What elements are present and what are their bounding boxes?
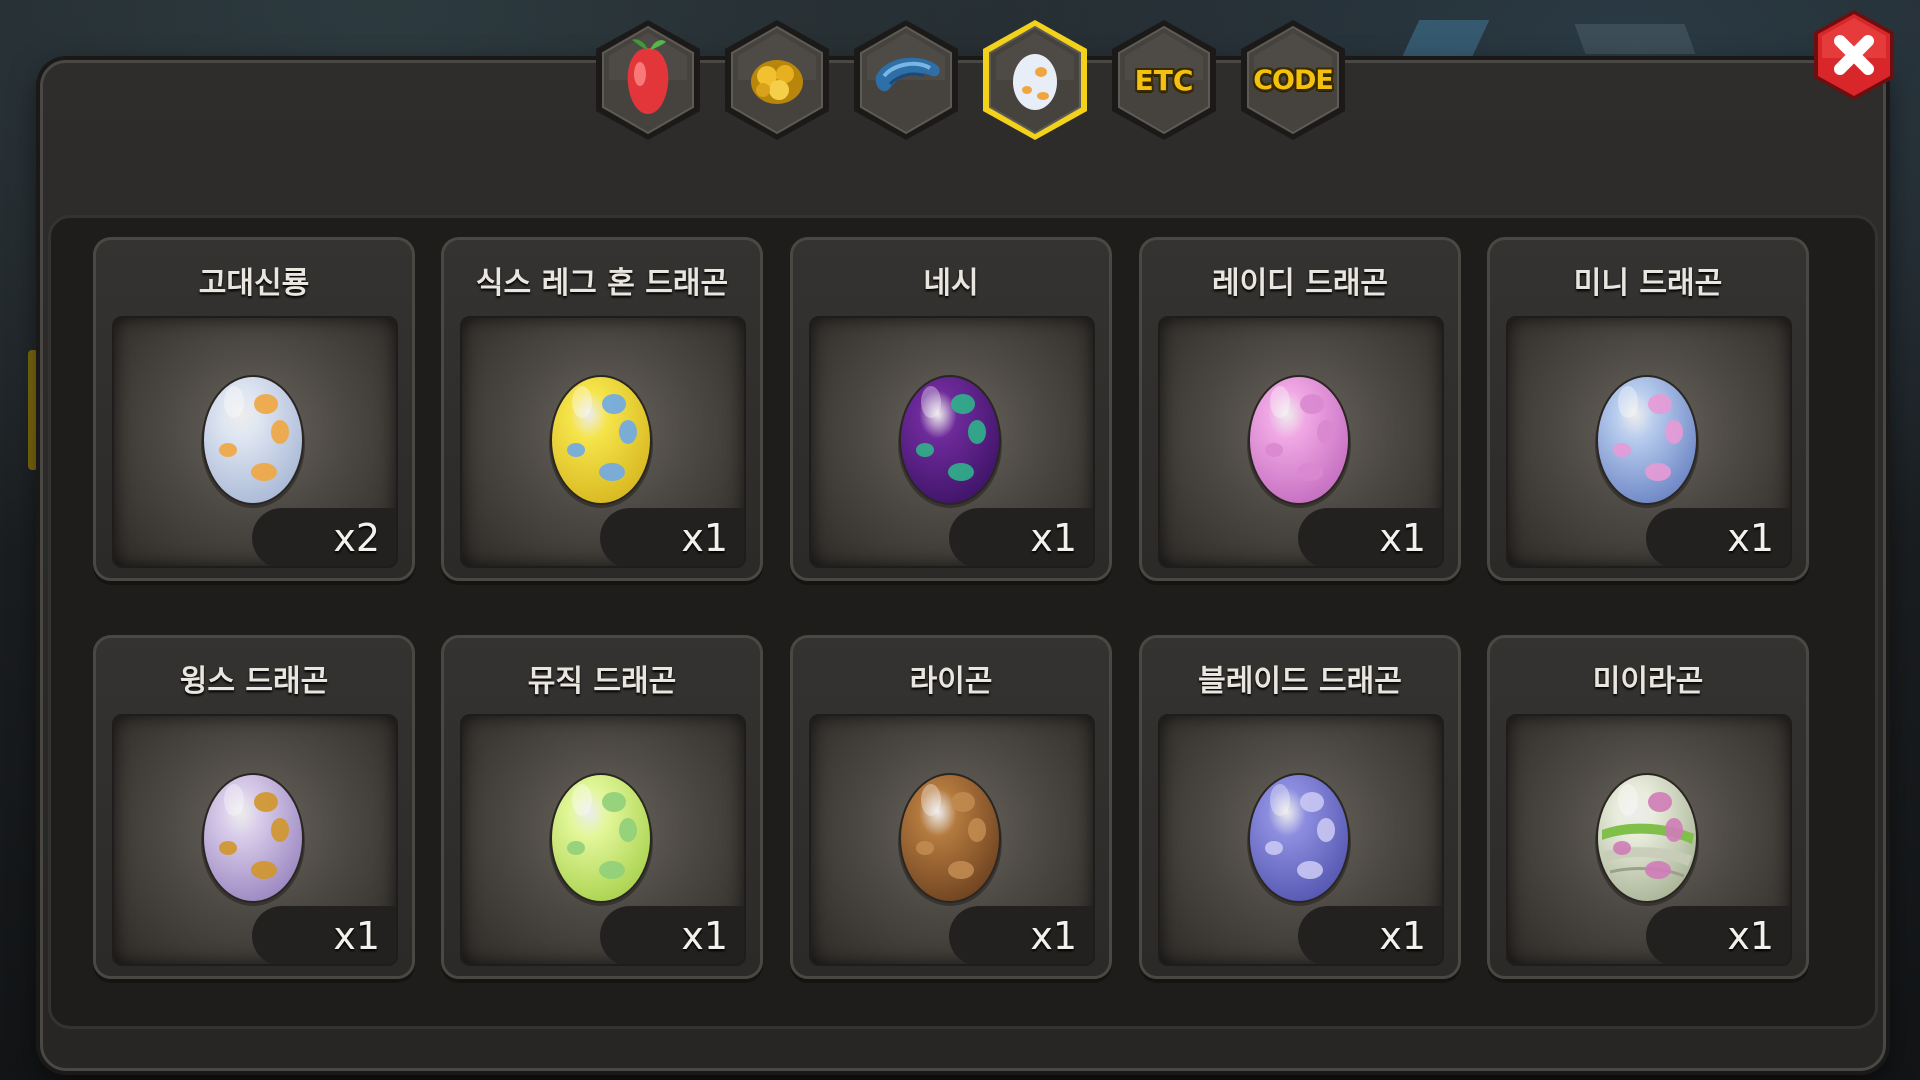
close-button[interactable] (1808, 8, 1900, 104)
red-fruit-icon (627, 39, 669, 114)
item-card[interactable]: 네시 x1 (790, 237, 1112, 581)
quantity-pill: x1 (600, 906, 744, 964)
tab-gold[interactable] (721, 18, 833, 142)
item-card[interactable]: 미니 드래곤 x1 (1487, 237, 1809, 581)
item-name: 라이곤 (909, 664, 993, 699)
egg-icon (898, 375, 1002, 508)
egg-icon (1595, 375, 1699, 508)
egg-icon (1247, 375, 1351, 508)
item-slot: x1 (1158, 316, 1444, 568)
egg-icon (549, 773, 653, 906)
item-name: 윙스 드래곤 (179, 664, 329, 699)
quantity-pill: x1 (252, 906, 396, 964)
item-quantity: x2 (333, 516, 380, 560)
item-quantity: x1 (1030, 516, 1077, 560)
item-card[interactable]: 미이라곤 x1 (1487, 635, 1809, 979)
item-name: 미이라곤 (1592, 664, 1704, 699)
item-slot: x1 (112, 714, 398, 966)
item-name: 고대신룡 (198, 266, 310, 301)
close-icon (1814, 10, 1894, 100)
item-card[interactable]: 블레이드 드래곤 x1 (1139, 635, 1461, 979)
background-decor (28, 350, 38, 470)
egg-icon (1247, 773, 1351, 906)
tab-fruit[interactable] (592, 18, 704, 142)
tab-code[interactable]: CODE (1237, 18, 1349, 142)
quantity-pill: x1 (600, 508, 744, 566)
egg-icon (1013, 54, 1057, 110)
item-slot: x1 (1506, 316, 1792, 568)
item-name: 레이디 드래곤 (1211, 266, 1389, 301)
egg-icon (549, 375, 653, 508)
quantity-pill: x1 (1646, 906, 1790, 964)
quantity-pill: x1 (1298, 508, 1442, 566)
item-card[interactable]: 식스 레그 혼 드래곤 x1 (441, 237, 763, 581)
item-name: 식스 레그 혼 드래곤 (475, 266, 729, 301)
item-quantity: x1 (681, 516, 728, 560)
tab-egg[interactable] (979, 18, 1091, 142)
item-quantity: x1 (1727, 516, 1774, 560)
quantity-pill: x1 (949, 906, 1093, 964)
egg-icon (1595, 773, 1699, 906)
item-quantity: x1 (1379, 516, 1426, 560)
item-card[interactable]: 라이곤 x1 (790, 635, 1112, 979)
quantity-pill: x1 (1646, 508, 1790, 566)
item-card[interactable]: 고대신룡 x2 (93, 237, 415, 581)
item-slot: x1 (460, 714, 746, 966)
item-slot: x2 (112, 316, 398, 568)
tab-etc-label: ETC (1134, 63, 1194, 97)
item-quantity: x1 (681, 914, 728, 958)
blue-scale-icon (875, 57, 940, 92)
item-slot: x1 (809, 714, 1095, 966)
item-slot: x1 (809, 316, 1095, 568)
item-name: 미니 드래곤 (1573, 266, 1723, 301)
item-quantity: x1 (1727, 914, 1774, 958)
item-slot: x1 (1158, 714, 1444, 966)
item-name: 블레이드 드래곤 (1198, 664, 1402, 699)
item-slot: x1 (1506, 714, 1792, 966)
item-slot: x1 (460, 316, 746, 568)
tab-code-label: CODE (1253, 64, 1334, 96)
item-quantity: x1 (1379, 914, 1426, 958)
item-quantity: x1 (1030, 914, 1077, 958)
egg-icon (201, 773, 305, 906)
quantity-pill: x1 (1298, 906, 1442, 964)
item-name: 뮤직 드래곤 (527, 664, 677, 699)
tab-scale[interactable] (850, 18, 962, 142)
item-name: 네시 (923, 266, 979, 301)
category-tabs: ETC CODE (0, 18, 1920, 140)
gold-ore-icon (751, 60, 803, 104)
item-card[interactable]: 레이디 드래곤 x1 (1139, 237, 1461, 581)
egg-icon (201, 375, 305, 508)
item-card[interactable]: 뮤직 드래곤 x1 (441, 635, 763, 979)
item-card[interactable]: 윙스 드래곤 x1 (93, 635, 415, 979)
quantity-pill: x1 (949, 508, 1093, 566)
tab-etc[interactable]: ETC (1108, 18, 1220, 142)
egg-icon (898, 773, 1002, 906)
item-quantity: x1 (333, 914, 380, 958)
quantity-pill: x2 (252, 508, 396, 566)
